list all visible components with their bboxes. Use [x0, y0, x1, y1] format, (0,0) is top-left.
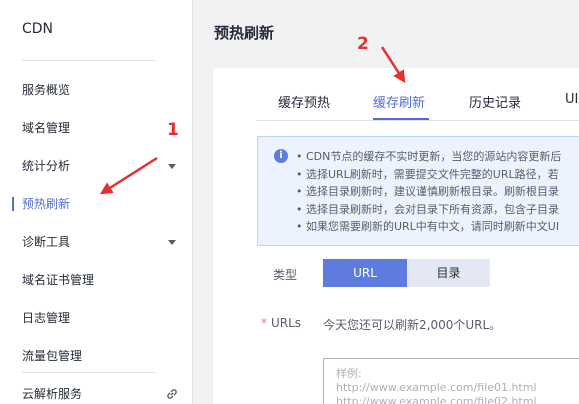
placeholder-line: http://www.example.com/file02.html — [336, 395, 537, 404]
main-content: 预热刷新 缓存预热 缓存刷新 历史记录 UI i • CDN节点的缓存不实时更新… — [194, 0, 579, 404]
sidebar-item-certificates[interactable]: 域名证书管理 — [0, 267, 193, 293]
sidebar-item-domains[interactable]: 域名管理 — [0, 115, 193, 141]
sidebar-item-preheat-refresh[interactable]: 预热刷新 — [0, 191, 193, 217]
sidebar-item-traffic-packages[interactable]: 流量包管理 — [0, 343, 193, 369]
notice-line: • 选择目录刷新时，会对目录下所有资源，包含子目录 — [296, 202, 559, 216]
urls-label-text: URLs — [271, 316, 302, 330]
tab-history[interactable]: 历史记录 — [469, 92, 521, 111]
type-url-button[interactable]: URL — [323, 259, 407, 287]
notice-line: • 选择目录刷新时，建议谨慎刷新根目录。刷新根目录 — [296, 185, 559, 198]
sidebar-item-label: 域名管理 — [22, 121, 71, 135]
sidebar: CDN 服务概览 域名管理 统计分析 预热刷新 诊断工具 域名证书管理 日志管理… — [0, 0, 193, 404]
service-title: CDN — [22, 21, 54, 37]
tab-more[interactable]: UI — [565, 92, 578, 107]
sidebar-divider — [22, 60, 156, 61]
sidebar-item-cloud-dns[interactable]: 云解析服务 — [0, 381, 193, 404]
info-icon: i — [274, 149, 288, 163]
notice-text: • CDN节点的缓存不实时更新，当您的源站内容更新后 • 选择URL刷新时，需要… — [296, 148, 579, 236]
sidebar-item-label: 流量包管理 — [22, 349, 83, 363]
info-notice: i • CDN节点的缓存不实时更新，当您的源站内容更新后 • 选择URL刷新时，… — [257, 136, 579, 246]
sidebar-item-label: 预热刷新 — [22, 197, 71, 211]
chevron-down-icon — [168, 240, 176, 245]
active-tab-indicator — [373, 118, 429, 120]
required-mark: * — [261, 316, 267, 330]
chevron-down-icon — [168, 164, 176, 169]
sidebar-item-label: 日志管理 — [22, 311, 71, 325]
sidebar-item-diagnostics[interactable]: 诊断工具 — [0, 229, 193, 255]
sidebar-item-label: 域名证书管理 — [22, 273, 95, 287]
placeholder-line: 样例: — [336, 367, 362, 380]
sidebar-item-overview[interactable]: 服务概览 — [0, 77, 193, 103]
sidebar-item-logs[interactable]: 日志管理 — [0, 305, 193, 331]
external-link-icon — [167, 389, 177, 399]
notice-line: • CDN节点的缓存不实时更新，当您的源站内容更新后 — [296, 150, 562, 163]
placeholder-line: http://www.example.com/file01.html — [336, 381, 537, 394]
tab-cache-preheat[interactable]: 缓存预热 — [278, 92, 330, 111]
content-card: 缓存预热 缓存刷新 历史记录 UI i • CDN节点的缓存不实时更新，当您的源… — [213, 68, 579, 404]
type-label: 类型 — [273, 268, 298, 282]
annotation-number-2: 2 — [357, 34, 369, 54]
sidebar-item-label: 服务概览 — [22, 83, 71, 97]
sidebar-item-label: 诊断工具 — [22, 235, 71, 249]
notice-line: • 选择URL刷新时，需要提交文件完整的URL路径，若 — [296, 167, 559, 181]
annotation-number-1: 1 — [167, 120, 179, 140]
notice-line: • 如果您需要刷新的URL中有中文，请同时刷新中文UI — [296, 220, 560, 233]
sidebar-item-statistics[interactable]: 统计分析 — [0, 153, 193, 179]
type-directory-button[interactable]: 目录 — [407, 259, 490, 287]
sidebar-divider — [22, 372, 156, 373]
urls-textarea[interactable]: 样例: http://www.example.com/file01.html h… — [323, 358, 579, 404]
tab-cache-refresh[interactable]: 缓存刷新 — [373, 92, 425, 111]
page-title: 预热刷新 — [214, 24, 275, 42]
urls-quota-hint: 今天您还可以刷新2,000个URL。 — [323, 318, 502, 332]
sidebar-item-label: 统计分析 — [22, 159, 71, 173]
sidebar-item-label: 云解析服务 — [22, 387, 83, 401]
tabs-divider — [256, 120, 579, 121]
urls-label: * URLs — [261, 316, 301, 330]
